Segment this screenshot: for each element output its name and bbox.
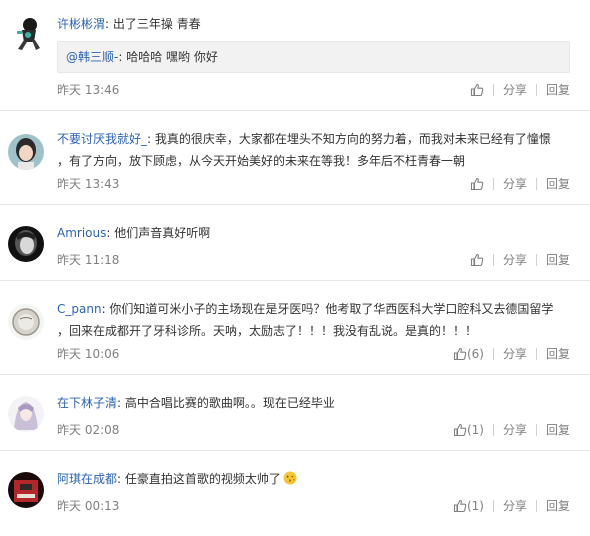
username-link[interactable]: 阿琪在成都: [57, 472, 117, 486]
comment-text: 许彬彬渭: 出了三年操 青春: [57, 17, 201, 31]
comment-text: C_pann: 你们知道可米小子的主场现在是牙医吗？他考取了华西医科大学口腔科又…: [57, 302, 554, 338]
avatar[interactable]: [8, 472, 44, 508]
like-button[interactable]: (1): [453, 496, 484, 516]
reply-button[interactable]: 回复: [546, 344, 570, 364]
thumbs-up-icon: [470, 83, 484, 97]
like-button[interactable]: (6): [453, 344, 484, 364]
mention-link[interactable]: @韩三顺-: [66, 50, 118, 64]
divider: [492, 254, 494, 266]
comment-time: 昨天 02:08: [57, 423, 120, 437]
comment-item: 许彬彬渭: 出了三年操 青春 @韩三顺-: 哈哈哈 嘿哟 你好 昨天 13:46…: [0, 0, 590, 111]
thumbs-up-icon: [453, 423, 467, 437]
comment-item: C_pann: 你们知道可米小子的主场现在是牙医吗？他考取了华西医科大学口腔科又…: [0, 281, 590, 375]
divider: [492, 84, 494, 96]
share-button[interactable]: 分享: [503, 344, 527, 364]
comment-time: 昨天 00:13: [57, 499, 120, 513]
comment-time: 昨天 13:43: [57, 177, 120, 191]
like-count: (6): [466, 347, 484, 361]
thumbs-up-icon: [453, 499, 467, 513]
like-button[interactable]: (1): [453, 420, 484, 440]
reply-button[interactable]: 回复: [546, 420, 570, 440]
share-button[interactable]: 分享: [503, 250, 527, 270]
comment-item: 阿琪在成都: 任豪直拍这首歌的视频太帅了 昨天 00:13 (1) 分享 回复: [0, 451, 590, 536]
like-button[interactable]: [470, 177, 484, 191]
divider: [535, 178, 537, 190]
avatar[interactable]: [8, 16, 44, 52]
thumbs-up-icon: [470, 253, 484, 267]
thumbs-up-icon: [453, 347, 467, 361]
comment-text: 在下林子清: 高中合唱比赛的歌曲啊。。现在已经毕业: [57, 396, 335, 410]
thumbs-up-icon: [470, 177, 484, 191]
like-count: (1): [466, 423, 484, 437]
divider: [492, 500, 494, 512]
comment-time: 昨天 13:46: [57, 83, 120, 97]
share-button[interactable]: 分享: [503, 496, 527, 516]
comment-time: 昨天 10:06: [57, 347, 120, 361]
like-button[interactable]: [470, 83, 484, 97]
comment-text: 不要讨厌我就好_: 我真的很庆幸，大家都在埋头不知方向的努力着，而我对未来已经有…: [57, 132, 551, 168]
divider: [535, 500, 537, 512]
quoted-reply: @韩三顺-: 哈哈哈 嘿哟 你好: [57, 41, 570, 73]
username-link[interactable]: Amrious: [57, 226, 106, 240]
avatar[interactable]: [8, 304, 44, 340]
share-button[interactable]: 分享: [503, 80, 527, 100]
avatar[interactable]: [8, 396, 44, 432]
reply-button[interactable]: 回复: [546, 80, 570, 100]
reply-button[interactable]: 回复: [546, 174, 570, 194]
comment-time: 昨天 11:18: [57, 253, 120, 267]
comment-item: 在下林子清: 高中合唱比赛的歌曲啊。。现在已经毕业 昨天 02:08 (1) 分…: [0, 375, 590, 451]
reply-button[interactable]: 回复: [546, 250, 570, 270]
avatar[interactable]: [8, 134, 44, 170]
comment-text: 阿琪在成都: 任豪直拍这首歌的视频太帅了: [57, 468, 570, 490]
reply-button[interactable]: 回复: [546, 496, 570, 516]
comment-list: 许彬彬渭: 出了三年操 青春 @韩三顺-: 哈哈哈 嘿哟 你好 昨天 13:46…: [0, 0, 590, 536]
username-link[interactable]: C_pann: [57, 302, 102, 316]
like-button[interactable]: [470, 253, 484, 267]
divider: [535, 84, 537, 96]
kiss-face-icon: [283, 471, 297, 485]
username-link[interactable]: 不要讨厌我就好_: [57, 132, 147, 146]
like-count: (1): [466, 499, 484, 513]
username-link[interactable]: 在下林子清: [57, 396, 117, 410]
divider: [535, 348, 537, 360]
comment-text: Amrious: 他们声音真好听啊: [57, 226, 211, 240]
divider: [492, 348, 494, 360]
divider: [492, 424, 494, 436]
share-button[interactable]: 分享: [503, 420, 527, 440]
share-button[interactable]: 分享: [503, 174, 527, 194]
avatar[interactable]: [8, 226, 44, 262]
comment-item: 不要讨厌我就好_: 我真的很庆幸，大家都在埋头不知方向的努力着，而我对未来已经有…: [0, 111, 590, 205]
comment-item: Amrious: 他们声音真好听啊 昨天 11:18 分享 回复: [0, 205, 590, 281]
username-link[interactable]: 许彬彬渭: [57, 17, 105, 31]
divider: [535, 424, 537, 436]
divider: [535, 254, 537, 266]
divider: [492, 178, 494, 190]
